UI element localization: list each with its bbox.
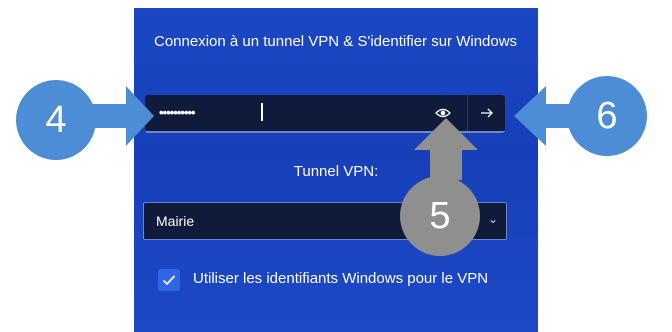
callout-arrow-4 <box>86 86 154 146</box>
callout-arrows <box>86 86 582 180</box>
callout-marker-4: 4 <box>16 80 96 160</box>
callout-marker-5: 5 <box>400 176 480 256</box>
callout-marker-6: 6 <box>567 76 647 156</box>
callout-arrow-5 <box>414 118 478 180</box>
